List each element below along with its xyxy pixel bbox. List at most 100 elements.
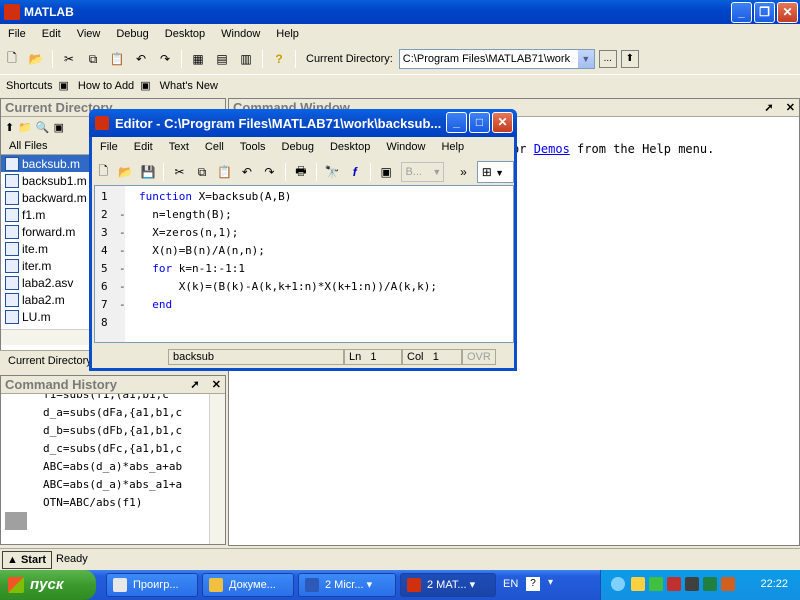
breakpoint-dash[interactable]: - (119, 224, 126, 242)
history-item[interactable]: f1=subs(f1,(a1,b1,c (1, 394, 225, 404)
up-folder-icon[interactable]: ⬆ (620, 50, 639, 68)
taskbar-item-matlab[interactable]: 2 MAT... ▾ (400, 573, 496, 597)
current-directory-select[interactable]: C:\Program Files\MATLAB71\work ▼ (398, 49, 595, 69)
function-icon[interactable]: f (346, 162, 364, 182)
new-file-icon[interactable]: 🗋 (2, 49, 22, 69)
copy-icon[interactable]: ⧉ (193, 162, 211, 182)
menu-help[interactable]: Help (268, 28, 307, 40)
editor-menu-edit[interactable]: Edit (126, 141, 161, 153)
refresh-icon[interactable]: ▣ (54, 121, 64, 134)
up-folder-icon[interactable]: ⬆ (5, 121, 14, 134)
menu-file[interactable]: File (0, 28, 34, 40)
task-label: Докуме... (229, 579, 276, 591)
menu-view[interactable]: View (69, 28, 109, 40)
simulink-icon[interactable]: ▦ (188, 49, 208, 69)
stack-select[interactable]: B... ▼ (401, 162, 445, 182)
cut-icon[interactable]: ✂ (59, 49, 79, 69)
help-icon[interactable]: ? (269, 49, 289, 69)
how-to-add-link[interactable]: ▣ How to Add (58, 79, 134, 92)
new-folder-icon[interactable]: 📁 (18, 121, 32, 134)
close-button[interactable]: ✕ (777, 2, 798, 23)
breakpoint-dash[interactable]: - (119, 260, 126, 278)
whats-new-link[interactable]: ▣ What's New (140, 79, 218, 92)
copy-icon[interactable]: ⧉ (83, 49, 103, 69)
redo-icon[interactable]: ↷ (155, 49, 175, 69)
history-item[interactable]: d_b=subs(dFb,{a1,b1,c (1, 422, 225, 440)
tray-arrow-icon[interactable]: ▾ (548, 577, 553, 588)
language-indicator[interactable]: EN (503, 578, 518, 590)
code-editor[interactable]: 1 function X=backsub(A,B) 2- n=length(B);… (94, 185, 514, 343)
antivirus-icon[interactable] (667, 577, 681, 591)
editor-minimize-button[interactable]: _ (446, 112, 467, 133)
open-file-icon[interactable]: 📂 (26, 49, 46, 69)
history-item[interactable]: ABC=abs(d_a)*abs_a+ab (1, 458, 225, 476)
editor-close-button[interactable]: ✕ (492, 112, 513, 133)
help-icon[interactable]: ? (526, 577, 540, 591)
cut-icon[interactable]: ✂ (170, 162, 188, 182)
history-item[interactable]: d_c=subs(dFc,{a1,b1,c (1, 440, 225, 458)
editor-menu-help[interactable]: Help (433, 141, 472, 153)
breakpoint-dash[interactable]: - (119, 296, 126, 314)
menu-window[interactable]: Window (213, 28, 268, 40)
undock-icon[interactable]: ➚ (764, 102, 773, 114)
close-icon[interactable]: ✕ (786, 102, 795, 114)
breakpoint-dash[interactable]: - (119, 278, 126, 296)
editor-menu-cell[interactable]: Cell (197, 141, 232, 153)
taskbar-item-player[interactable]: Проигр... (106, 573, 198, 597)
restore-button[interactable]: ❐ (754, 2, 775, 23)
history-item[interactable]: OTN=ABC/abs(f1) (1, 494, 225, 512)
shield-icon[interactable] (649, 577, 663, 591)
menu-debug[interactable]: Debug (108, 28, 156, 40)
security-icon[interactable] (631, 577, 645, 591)
layout-select[interactable]: ⊞ ▼ (476, 161, 515, 183)
display-icon[interactable] (703, 577, 717, 591)
breakpoint-dash[interactable]: - (119, 206, 126, 224)
history-item[interactable]: ABC=abs(d_a)*abs_a1+a (1, 476, 225, 494)
editor-menu-desktop[interactable]: Desktop (322, 141, 378, 153)
new-file-icon[interactable]: 🗋 (94, 162, 112, 182)
find-icon[interactable]: 🔭 (323, 162, 341, 182)
menu-edit[interactable]: Edit (34, 28, 69, 40)
save-icon[interactable]: 💾 (139, 162, 157, 182)
editor-menu-window[interactable]: Window (378, 141, 433, 153)
browse-button[interactable]: ... (598, 50, 617, 68)
editor-toolbar: 🗋 📂 💾 ✂ ⧉ 📋 ↶ ↷ 🖶 🔭 f ▣ B... ▼ » ⊞ ▼ (92, 159, 515, 185)
find-icon[interactable]: 🔍 (36, 121, 50, 134)
editor-menu-file[interactable]: File (92, 141, 126, 153)
demos-link[interactable]: Demos (534, 142, 570, 156)
m-file-icon (5, 207, 19, 222)
app-tray-icon[interactable] (721, 577, 735, 591)
breakpoint-dash[interactable]: - (119, 242, 126, 260)
redo-icon[interactable]: ↷ (260, 162, 278, 182)
profiler-icon[interactable]: ▥ (236, 49, 256, 69)
editor-menu-text[interactable]: Text (161, 141, 197, 153)
chevron-down-icon[interactable]: ▼ (577, 50, 594, 68)
taskbar-item-word[interactable]: 2 Micr... ▾ (298, 573, 396, 597)
print-icon[interactable]: 🖶 (292, 162, 310, 182)
windows-start-button[interactable]: пуск (0, 570, 96, 600)
open-file-icon[interactable]: 📂 (116, 162, 134, 182)
editor-menu-tools[interactable]: Tools (232, 141, 274, 153)
guide-icon[interactable]: ▤ (212, 49, 232, 69)
editor-maximize-button[interactable]: □ (469, 112, 490, 133)
paste-icon[interactable]: 📋 (107, 49, 127, 69)
menu-desktop[interactable]: Desktop (157, 28, 213, 40)
editor-menu-debug[interactable]: Debug (274, 141, 322, 153)
undo-icon[interactable]: ↶ (131, 49, 151, 69)
m-file-icon (5, 258, 19, 273)
close-icon[interactable]: ✕ (212, 379, 221, 391)
editor-title-bar[interactable]: Editor - C:\Program Files\MATLAB71\work\… (89, 109, 517, 137)
paste-icon[interactable]: 📋 (215, 162, 233, 182)
vertical-scrollbar[interactable] (209, 394, 225, 544)
matlab-start-button[interactable]: ▲ Start (2, 551, 52, 569)
volume-icon[interactable] (685, 577, 699, 591)
network-icon[interactable] (611, 577, 625, 591)
minimize-button[interactable]: _ (731, 2, 752, 23)
undo-icon[interactable]: ↶ (238, 162, 256, 182)
clock[interactable]: 22:22 (760, 578, 788, 590)
breakpoint-icon[interactable]: ▣ (377, 162, 395, 182)
overflow-icon[interactable]: » (454, 162, 472, 182)
undock-icon[interactable]: ➚ (190, 379, 199, 391)
history-item[interactable]: d_a=subs(dFa,{a1,b1,c (1, 404, 225, 422)
taskbar-item-documents[interactable]: Докуме... (202, 573, 294, 597)
